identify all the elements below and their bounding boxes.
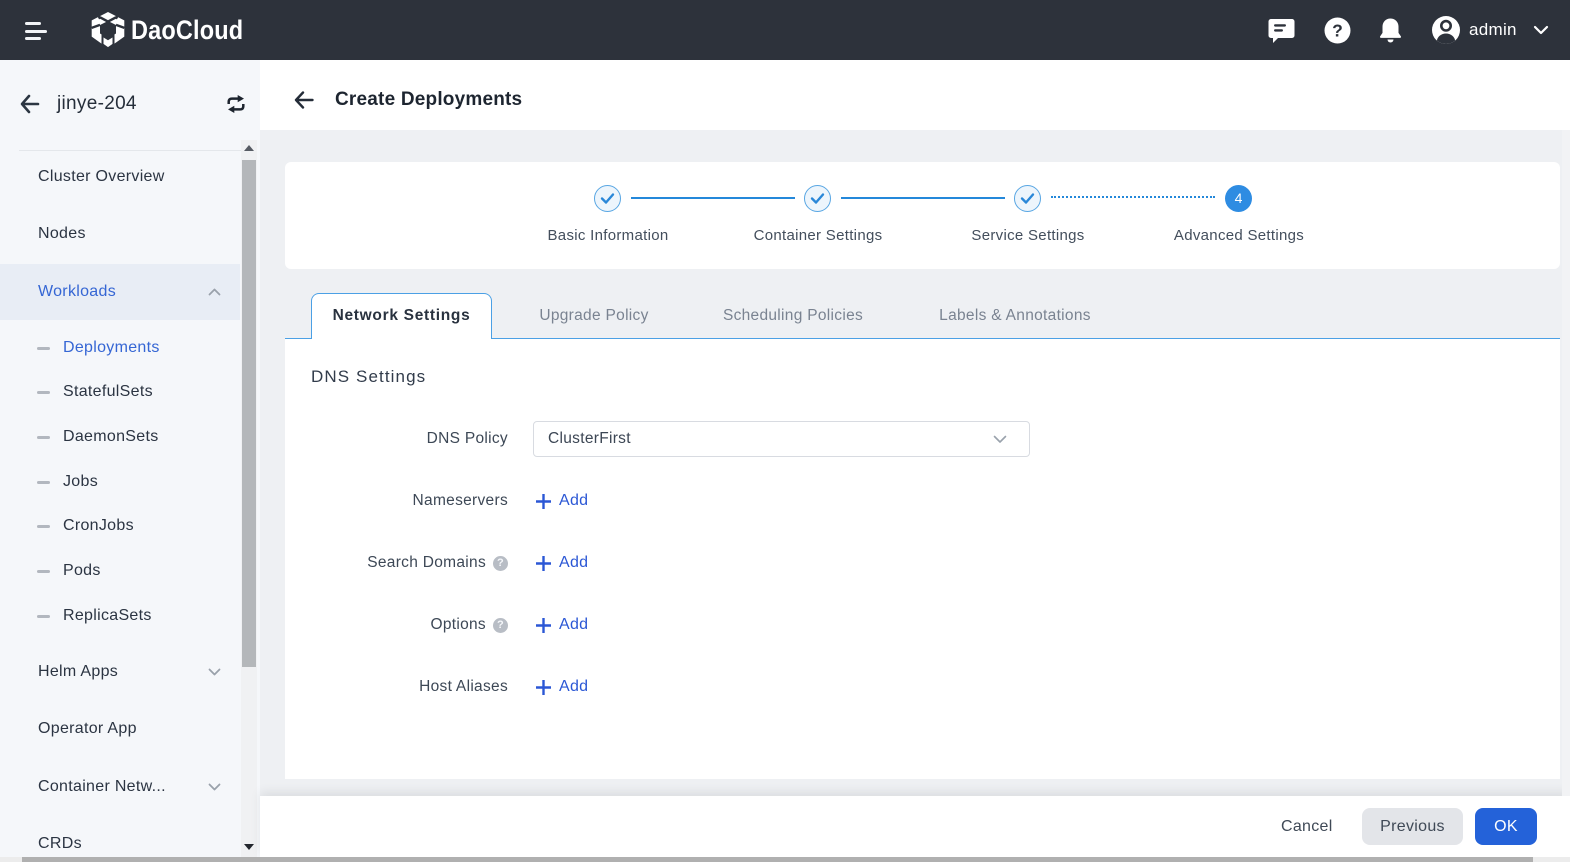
- svg-text:?: ?: [1332, 21, 1343, 41]
